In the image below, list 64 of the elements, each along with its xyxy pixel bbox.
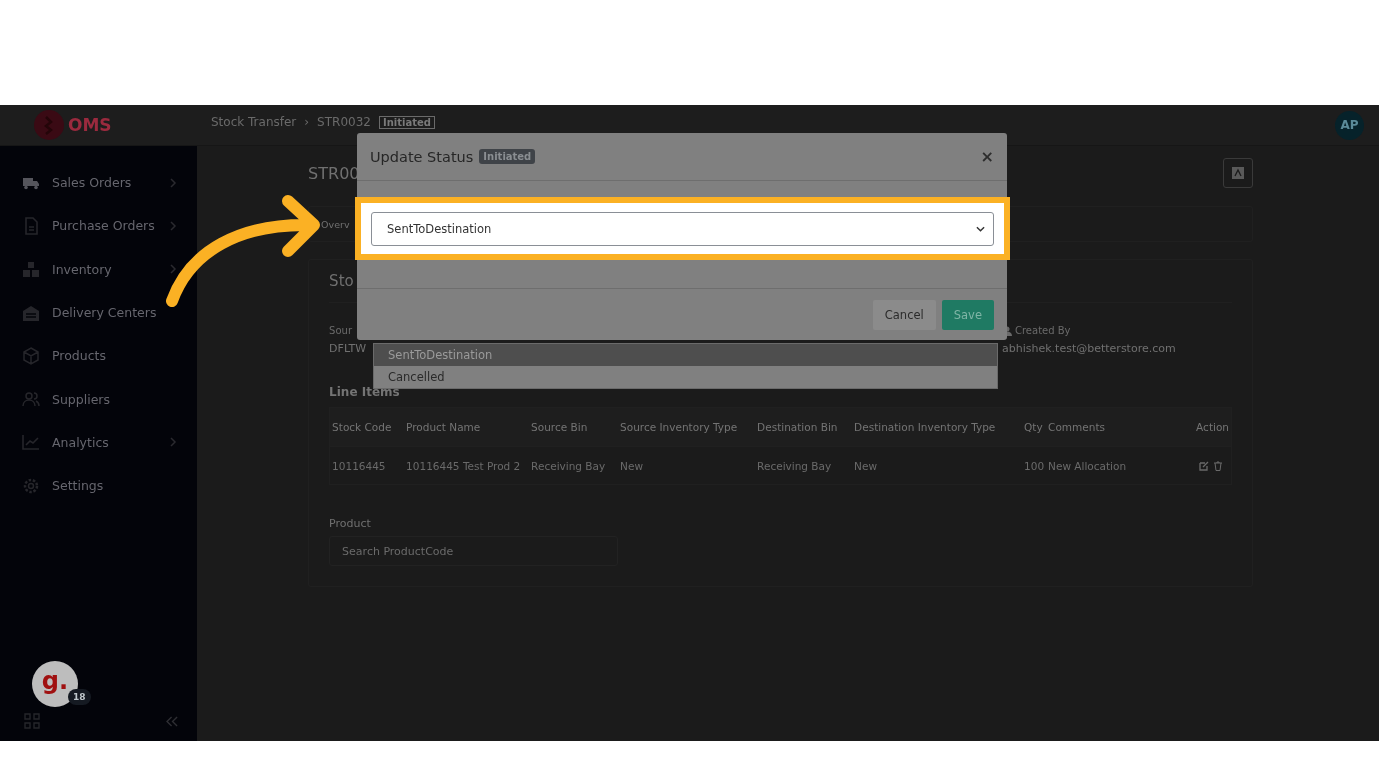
field-value: DFLTW (329, 342, 367, 355)
collapse-icon[interactable] (166, 715, 180, 727)
edit-icon[interactable] (1199, 460, 1209, 471)
chart-icon (22, 433, 40, 452)
section-title: Line Items (329, 385, 401, 399)
logo-text: OMS (68, 115, 112, 135)
column-header: Qty (1024, 421, 1044, 433)
column-header: Destination Inventory Type (854, 421, 997, 433)
section-title: Sto (329, 272, 354, 290)
field-value: abhishek.test@betterstore.com (1002, 342, 1177, 355)
column-header: Comments (1048, 421, 1107, 433)
dropdown-option[interactable]: Cancelled (374, 366, 997, 388)
field-label: Product (329, 517, 372, 530)
cancel-button[interactable]: Cancel (872, 299, 936, 330)
column-header: Product Name (406, 421, 482, 433)
document-icon (1231, 166, 1245, 180)
breadcrumb-current: STR0032 (317, 115, 371, 129)
tab[interactable]: Overv (321, 218, 350, 230)
table-cell-text: New (620, 459, 644, 472)
settings-icon (22, 476, 40, 495)
sidebar-item[interactable]: Analytics (0, 420, 198, 465)
page-title: STR00 (308, 163, 360, 183)
table-cell-text: Receiving Bay (531, 459, 607, 472)
sidebar-item[interactable]: Suppliers (0, 377, 198, 421)
column-header: Source Bin (531, 421, 589, 433)
status-select[interactable]: SentToDestination (371, 211, 994, 246)
column-header: Source Inventory Type (620, 421, 739, 433)
save-button[interactable]: Save (941, 299, 994, 330)
people-icon (22, 390, 40, 409)
sidebar-item[interactable]: Sales Orders (0, 161, 198, 205)
document-icon (22, 216, 40, 235)
column-header: Destination Bin (757, 421, 839, 433)
sidebar-item[interactable]: Products (0, 334, 198, 378)
table-cell-text: 10116445 (332, 459, 387, 472)
breadcrumb-link[interactable]: Stock Transfer (211, 115, 297, 129)
column-header: Stock Code (332, 421, 393, 433)
field-label: Sour (329, 325, 354, 336)
table-cell-text: New Allocation (1048, 459, 1128, 472)
modal-title: Update Status (370, 148, 474, 165)
search-field[interactable]: Search ProductCode (329, 536, 619, 566)
boxes-icon (22, 260, 40, 279)
table-cell-text: New (854, 459, 878, 472)
status-badge: Initiated (479, 149, 536, 164)
table-cell-text: 10116445 Test Prod 2 (406, 459, 522, 472)
close-button[interactable]: × (980, 147, 994, 166)
table-cell-text: Receiving Bay (757, 459, 833, 472)
notification-count: 18 (68, 689, 91, 705)
column-header: Action (1196, 421, 1229, 433)
caret-icon (976, 225, 985, 232)
user-avatar[interactable]: AP (1335, 110, 1364, 140)
table-cell-text: 100 (1024, 459, 1046, 472)
sidebar-item[interactable]: Delivery Centers (0, 290, 198, 335)
sidebar-item[interactable]: Purchase Orders (0, 204, 198, 248)
breadcrumb-separator: › (304, 115, 310, 129)
dropdown-option[interactable]: SentToDestination (374, 344, 997, 366)
cube-icon (22, 346, 40, 365)
sidebar-item[interactable]: Inventory (0, 247, 198, 291)
trash-icon[interactable] (1213, 460, 1223, 471)
field-label: Created By (1015, 325, 1071, 336)
status-badge: Initiated (378, 115, 435, 129)
warehouse-icon (22, 303, 40, 322)
pdf-button[interactable] (1223, 158, 1253, 188)
logo-icon (34, 110, 64, 140)
sidebar-item[interactable]: Settings (0, 464, 198, 508)
